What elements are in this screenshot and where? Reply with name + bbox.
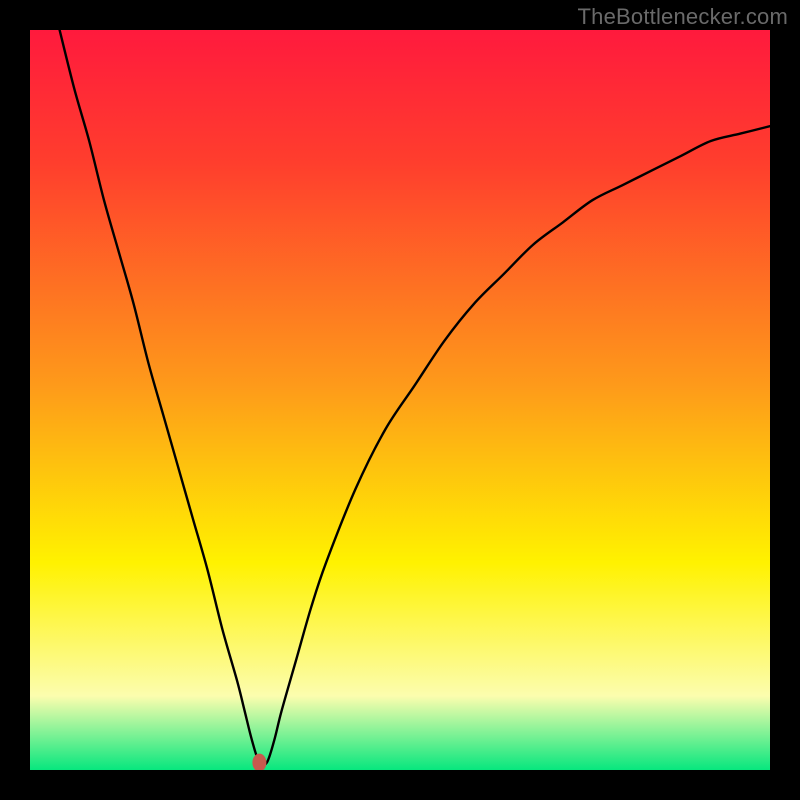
gradient-background (30, 30, 770, 770)
watermark-text: TheBottlenecker.com (578, 4, 788, 30)
bottleneck-chart (30, 30, 770, 770)
plot-area (30, 30, 770, 770)
chart-frame: TheBottlenecker.com (0, 0, 800, 800)
